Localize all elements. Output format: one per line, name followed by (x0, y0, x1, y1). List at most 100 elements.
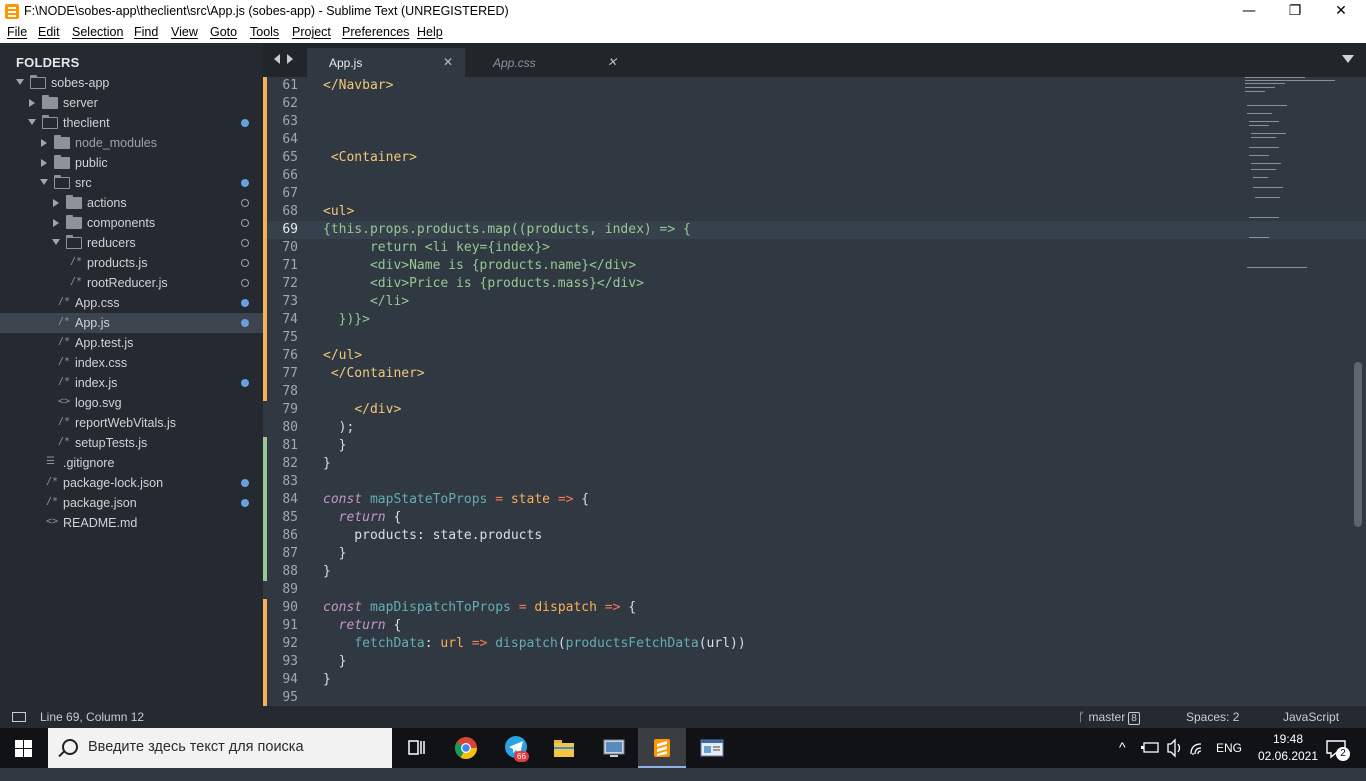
tree-item[interactable]: actions (0, 193, 263, 213)
menu-selection[interactable]: Selection (72, 25, 123, 39)
menu-file[interactable]: File (7, 25, 27, 39)
code-line[interactable]: const mapStateToProps = state => { (323, 492, 589, 507)
menu-edit[interactable]: Edit (38, 25, 60, 39)
chrome-app[interactable] (442, 728, 490, 768)
code-line[interactable]: } (323, 564, 331, 579)
chevron-right-icon[interactable] (29, 99, 35, 107)
windows-start-icon[interactable] (15, 740, 32, 757)
code-line[interactable]: } (323, 456, 331, 471)
close-button[interactable]: ✕ (1318, 0, 1364, 24)
code-line[interactable]: } (323, 654, 347, 669)
tree-item[interactable]: /* products.js (0, 253, 263, 273)
menu-find[interactable]: Find (134, 25, 158, 39)
code-line[interactable]: products: state.products (323, 528, 542, 543)
minimap[interactable] (1243, 77, 1343, 277)
sublime-text-app[interactable] (638, 728, 686, 768)
file-explorer-app[interactable] (540, 728, 588, 768)
code-line[interactable]: ); (323, 420, 355, 435)
taskbar-search[interactable]: Введите здесь текст для поиска (48, 728, 392, 768)
git-branch[interactable]: ᚴ master 8 (1078, 710, 1140, 725)
tree-item[interactable]: sobes-app (0, 73, 263, 93)
chevron-right-icon[interactable] (53, 199, 59, 207)
code-editor[interactable]: 61 </Navbar> 62 63 64 65 <Container> 66 67 68 <ul… (263, 77, 1366, 706)
chevron-down-icon[interactable] (52, 239, 60, 245)
tree-item[interactable]: /* package.json (0, 493, 263, 513)
tree-item[interactable]: server (0, 93, 263, 113)
panel-toggle-icon[interactable] (12, 712, 26, 722)
code-line[interactable]: return <li key={index}> (323, 240, 550, 255)
menu-view[interactable]: View (171, 25, 198, 39)
code-line[interactable]: })}> (323, 312, 370, 327)
tab-app-js[interactable]: App.js ✕ (307, 48, 465, 77)
chevron-down-icon[interactable] (40, 179, 48, 185)
menu-goto[interactable]: Goto (210, 25, 237, 39)
indentation-setting[interactable]: Spaces: 2 (1186, 710, 1239, 724)
notification-center[interactable]: 2 (1322, 728, 1352, 768)
tray-icons[interactable] (1140, 728, 1220, 768)
code-line[interactable]: <Container> (323, 150, 417, 165)
tree-item[interactable]: /* App.css (0, 293, 263, 313)
tree-item[interactable]: /* index.css (0, 353, 263, 373)
tree-item[interactable]: theclient (0, 113, 263, 133)
cursor-position[interactable]: Line 69, Column 12 (40, 710, 144, 724)
tree-item[interactable]: src (0, 173, 263, 193)
telegram-app[interactable]: 66 (492, 728, 540, 768)
tree-item[interactable]: reducers (0, 233, 263, 253)
menu-project[interactable]: Project (292, 25, 331, 39)
code-line[interactable]: {this.props.products.map((products, inde… (323, 222, 691, 237)
code-line[interactable]: <ul> (323, 204, 354, 219)
task-view-button[interactable] (392, 728, 440, 768)
chevron-down-icon[interactable] (28, 119, 36, 125)
close-icon[interactable]: ✕ (443, 55, 453, 69)
tree-item[interactable]: /* rootReducer.js (0, 273, 263, 293)
language-indicator[interactable]: ENG (1216, 741, 1242, 781)
tree-item[interactable]: <> README.md (0, 513, 263, 533)
tab-next-icon[interactable] (287, 54, 293, 64)
tree-item[interactable]: public (0, 153, 263, 173)
code-line[interactable]: fetchData: url => dispatch(productsFetch… (323, 636, 745, 651)
tree-item[interactable]: components (0, 213, 263, 233)
tree-item[interactable]: <> logo.svg (0, 393, 263, 413)
chevron-right-icon[interactable] (41, 139, 47, 147)
chevron-right-icon[interactable] (41, 159, 47, 167)
code-line[interactable]: const mapDispatchToProps = dispatch => { (323, 600, 636, 615)
tray-chevron-icon[interactable]: ^ (1119, 739, 1126, 779)
tab-app-css[interactable]: App.css ✕ (471, 48, 629, 77)
code-line[interactable]: </ul> (323, 348, 362, 363)
tree-item-label: package-lock.json (63, 476, 164, 490)
tree-item[interactable]: /* App.js (0, 313, 263, 333)
code-line[interactable]: <div>Name is {products.name}</div> (323, 258, 636, 273)
menu-help[interactable]: Help (417, 25, 443, 39)
chevron-right-icon[interactable] (53, 219, 59, 227)
code-line[interactable]: } (323, 672, 331, 687)
tab-prev-icon[interactable] (274, 54, 280, 64)
menu-tools[interactable]: Tools (250, 25, 279, 39)
syntax-selector[interactable]: JavaScript (1283, 710, 1339, 724)
maximize-button[interactable]: ❐ (1272, 0, 1318, 24)
tree-item[interactable]: /* reportWebVitals.js (0, 413, 263, 433)
close-icon[interactable]: ✕ (607, 55, 617, 69)
remote-desktop-app[interactable] (590, 728, 638, 768)
code-line[interactable]: </Navbar> (323, 78, 393, 93)
code-line[interactable]: <div>Price is {products.mass}</div> (323, 276, 644, 291)
code-line[interactable]: return { (323, 618, 402, 633)
clock[interactable]: 19:48 02.06.2021 (1256, 732, 1320, 772)
code-line[interactable]: } (323, 438, 347, 453)
tree-item[interactable]: node_modules (0, 133, 263, 153)
code-line[interactable]: } (323, 546, 347, 561)
other-app[interactable] (688, 728, 736, 768)
tree-item[interactable]: /* App.test.js (0, 333, 263, 353)
code-line[interactable]: </div> (323, 402, 401, 417)
tree-item[interactable]: /* package-lock.json (0, 473, 263, 493)
tree-item[interactable]: /* setupTests.js (0, 433, 263, 453)
chevron-down-icon[interactable] (16, 79, 24, 85)
minimize-button[interactable]: — (1226, 0, 1272, 24)
tree-item[interactable]: /* index.js (0, 373, 263, 393)
code-line[interactable]: </Container> (323, 366, 425, 381)
menu-preferences[interactable]: Preferences (342, 25, 409, 39)
code-line[interactable]: </li> (323, 294, 409, 309)
tab-list-dropdown-icon[interactable] (1342, 55, 1354, 63)
tree-item[interactable]: ☰ .gitignore (0, 453, 263, 473)
code-line[interactable]: return { (323, 510, 402, 525)
vertical-scrollbar[interactable] (1354, 362, 1362, 527)
